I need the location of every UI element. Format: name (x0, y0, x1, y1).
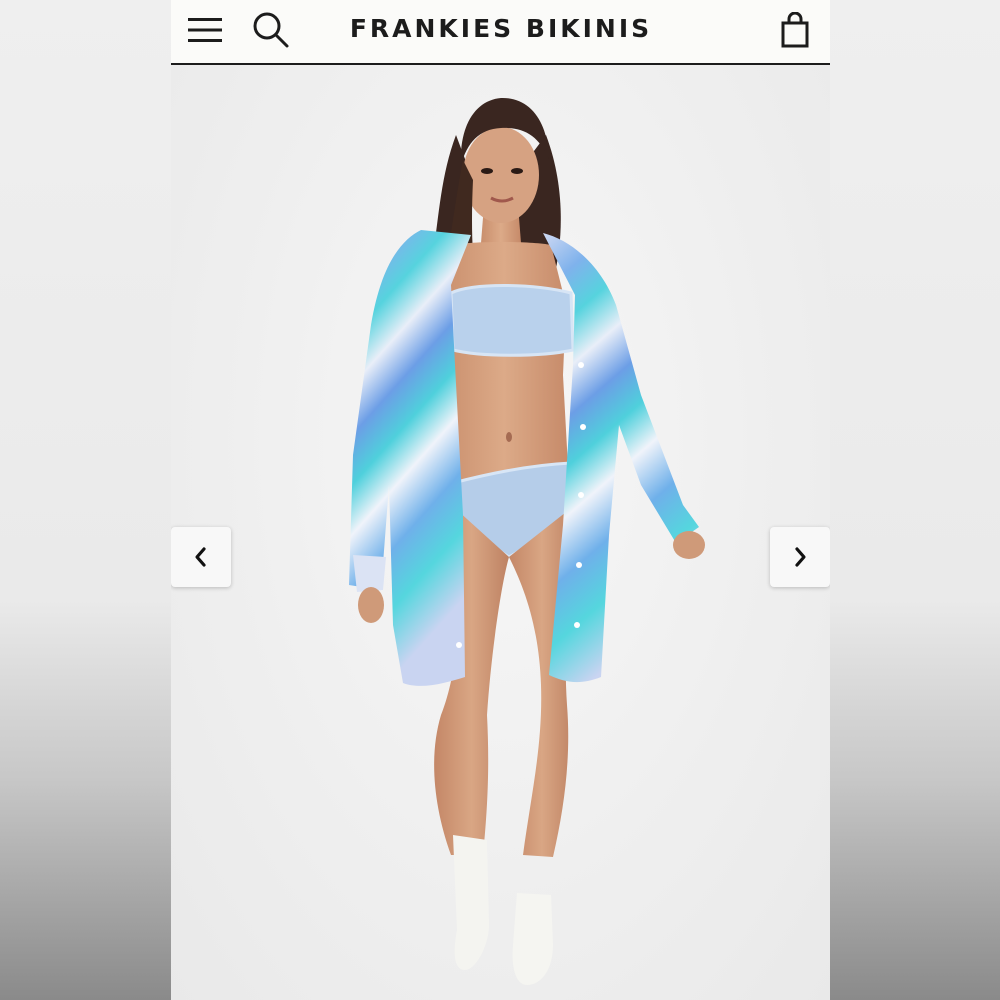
product-image (171, 65, 830, 1000)
site-header: FRANKIES BIKINIS (171, 0, 830, 65)
search-icon (253, 12, 289, 48)
product-photo-illustration (349, 97, 705, 985)
menu-button[interactable] (185, 10, 225, 50)
previous-image-button[interactable] (171, 527, 231, 587)
cart-button[interactable] (775, 10, 815, 50)
mobile-page: FRANKIES BIKINIS (171, 0, 830, 1000)
search-button[interactable] (251, 10, 291, 50)
chevron-right-icon (795, 547, 806, 567)
hamburger-menu-icon (188, 18, 222, 42)
chevron-left-icon (195, 547, 206, 567)
backdrop-right (829, 0, 1000, 1000)
shopping-bag-icon (781, 12, 809, 48)
next-image-button[interactable] (770, 527, 830, 587)
backdrop-left (0, 0, 171, 1000)
brand-logo[interactable]: FRANKIES BIKINIS (341, 14, 661, 43)
